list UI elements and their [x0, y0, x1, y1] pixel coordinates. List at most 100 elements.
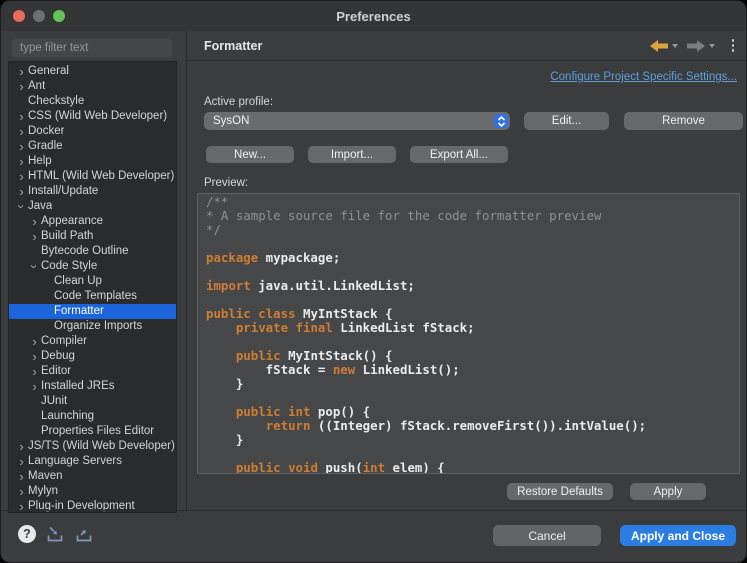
tree-item-junit[interactable]: JUnit: [9, 394, 176, 409]
export-preferences-icon[interactable]: [74, 526, 94, 543]
tree-item-label: Help: [28, 155, 52, 167]
tree-item-bytecode-outline[interactable]: Bytecode Outline: [9, 244, 176, 259]
tree-item-install-update[interactable]: › Install/Update: [9, 184, 176, 199]
tree-item-label: Launching: [41, 410, 95, 422]
chevron-right-icon[interactable]: ›: [28, 365, 41, 378]
edit-button[interactable]: Edit...: [524, 112, 609, 130]
tree-item-properties-files-editor[interactable]: Properties Files Editor: [9, 424, 176, 439]
tree-item-general[interactable]: › General: [9, 64, 176, 79]
chevron-right-icon[interactable]: ›: [28, 215, 41, 228]
active-profile-select[interactable]: SysON: [204, 112, 510, 130]
chevron-right-icon[interactable]: ›: [15, 170, 28, 183]
tree-item-label: Docker: [28, 125, 65, 137]
chevron-right-icon[interactable]: ›: [15, 455, 28, 468]
tree-item-mylyn[interactable]: › Mylyn: [9, 484, 176, 499]
chevron-right-icon[interactable]: ›: [15, 80, 28, 93]
chevron-right-icon[interactable]: ›: [15, 485, 28, 498]
remove-button[interactable]: Remove: [624, 112, 743, 130]
help-icon[interactable]: ?: [18, 525, 36, 543]
tree-item-help[interactable]: › Help: [9, 154, 176, 169]
view-menu-icon[interactable]: [728, 37, 739, 54]
chevron-right-icon[interactable]: ›: [15, 440, 28, 453]
chevron-down-icon[interactable]: ›: [14, 200, 29, 213]
zoom-button[interactable]: [53, 10, 65, 22]
tree-item-label: Code Style: [41, 260, 98, 272]
select-stepper-icon: [494, 114, 508, 128]
tree-item-label: Code Templates: [54, 290, 137, 302]
chevron-right-icon[interactable]: ›: [15, 140, 28, 153]
chevron-right-icon[interactable]: ›: [15, 185, 28, 198]
tree-item-gradle[interactable]: › Gradle: [9, 139, 176, 154]
window-title: Preferences: [336, 8, 411, 24]
forward-arrow-icon[interactable]: [686, 39, 705, 52]
panel-content: Configure Project Specific Settings... A…: [187, 61, 746, 511]
tree-item-checkstyle[interactable]: Checkstyle: [9, 94, 176, 109]
import-preferences-icon[interactable]: [45, 526, 65, 543]
chevron-right-icon[interactable]: ›: [28, 335, 41, 348]
preview-code: /** * A sample source file for the code f…: [197, 193, 740, 474]
tree-item-maven[interactable]: › Maven: [9, 469, 176, 484]
tree-item-label: General: [28, 65, 69, 77]
tree-item-appearance[interactable]: › Appearance: [9, 214, 176, 229]
tree-item-docker[interactable]: › Docker: [9, 124, 176, 139]
tree-item-compiler[interactable]: › Compiler: [9, 334, 176, 349]
back-arrow-icon[interactable]: [649, 39, 668, 52]
back-history-caret-icon[interactable]: [671, 43, 678, 48]
tree-item-build-path[interactable]: › Build Path: [9, 229, 176, 244]
tree-item-js-ts-wild-web-developer[interactable]: › JS/TS (Wild Web Developer): [9, 439, 176, 454]
tree-item-launching[interactable]: Launching: [9, 409, 176, 424]
code-line: return ((Integer) fStack.removeFirst()).…: [265, 418, 647, 433]
tree-item-html-wild-web-developer[interactable]: › HTML (Wild Web Developer): [9, 169, 176, 184]
filter-input[interactable]: [11, 38, 173, 58]
tree-item-installed-jres[interactable]: › Installed JREs: [9, 379, 176, 394]
code-line: public MyIntStack() {: [235, 348, 393, 363]
tree-item-css-wild-web-developer[interactable]: › CSS (Wild Web Developer): [9, 109, 176, 124]
tree-item-formatter[interactable]: Formatter: [9, 304, 176, 319]
cancel-button[interactable]: Cancel: [493, 525, 601, 546]
tree-item-java[interactable]: › Java: [9, 199, 176, 214]
tree-item-label: Debug: [41, 350, 75, 362]
code-line: * A sample source file for the code form…: [206, 208, 602, 223]
tree-item-debug[interactable]: › Debug: [9, 349, 176, 364]
tree-item-language-servers[interactable]: › Language Servers: [9, 454, 176, 469]
apply-button[interactable]: Apply: [630, 483, 706, 500]
tree-item-code-style[interactable]: › Code Style: [9, 259, 176, 274]
chevron-right-icon[interactable]: ›: [15, 155, 28, 168]
tree-item-label: Bytecode Outline: [41, 245, 129, 257]
apply-and-close-button[interactable]: Apply and Close: [620, 525, 736, 546]
code-line: private final LinkedList fStack;: [235, 320, 475, 335]
close-button[interactable]: [13, 10, 25, 22]
active-profile-value: SysON: [213, 115, 250, 127]
code-line: /**: [206, 194, 229, 209]
restore-defaults-button[interactable]: Restore Defaults: [507, 483, 613, 500]
chevron-right-icon[interactable]: ›: [28, 230, 41, 243]
chevron-down-icon[interactable]: ›: [27, 260, 42, 273]
tree-item-organize-imports[interactable]: Organize Imports: [9, 319, 176, 334]
sidebar: ›General›AntCheckstyle›CSS (Wild Web Dev…: [1, 31, 186, 513]
chevron-right-icon[interactable]: ›: [15, 470, 28, 483]
configure-project-settings-link[interactable]: Configure Project Specific Settings...: [550, 71, 737, 83]
chevron-right-icon[interactable]: ›: [15, 125, 28, 138]
forward-history-caret-icon[interactable]: [708, 43, 715, 48]
tree-item-editor[interactable]: › Editor: [9, 364, 176, 379]
tree-item-label: Installed JREs: [41, 380, 115, 392]
chevron-right-icon[interactable]: ›: [28, 350, 41, 363]
tree-item-clean-up[interactable]: Clean Up: [9, 274, 176, 289]
chevron-right-icon[interactable]: ›: [15, 110, 28, 123]
settings-panel: Formatter Configure Project Specific Set…: [186, 31, 746, 511]
minimize-button[interactable]: [33, 10, 45, 22]
chevron-right-icon[interactable]: ›: [15, 65, 28, 78]
tree-item-code-templates[interactable]: Code Templates: [9, 289, 176, 304]
import-button[interactable]: Import...: [308, 146, 396, 163]
chevron-right-icon[interactable]: ›: [28, 380, 41, 393]
code-line: public int pop() {: [235, 404, 371, 419]
tree-item-label: Build Path: [41, 230, 94, 242]
new-button[interactable]: New...: [206, 146, 294, 163]
panel-header: Formatter: [187, 31, 746, 61]
tree-item-label: Ant: [28, 80, 46, 92]
tree-item-ant[interactable]: › Ant: [9, 79, 176, 94]
export-all-button[interactable]: Export All...: [410, 146, 508, 163]
